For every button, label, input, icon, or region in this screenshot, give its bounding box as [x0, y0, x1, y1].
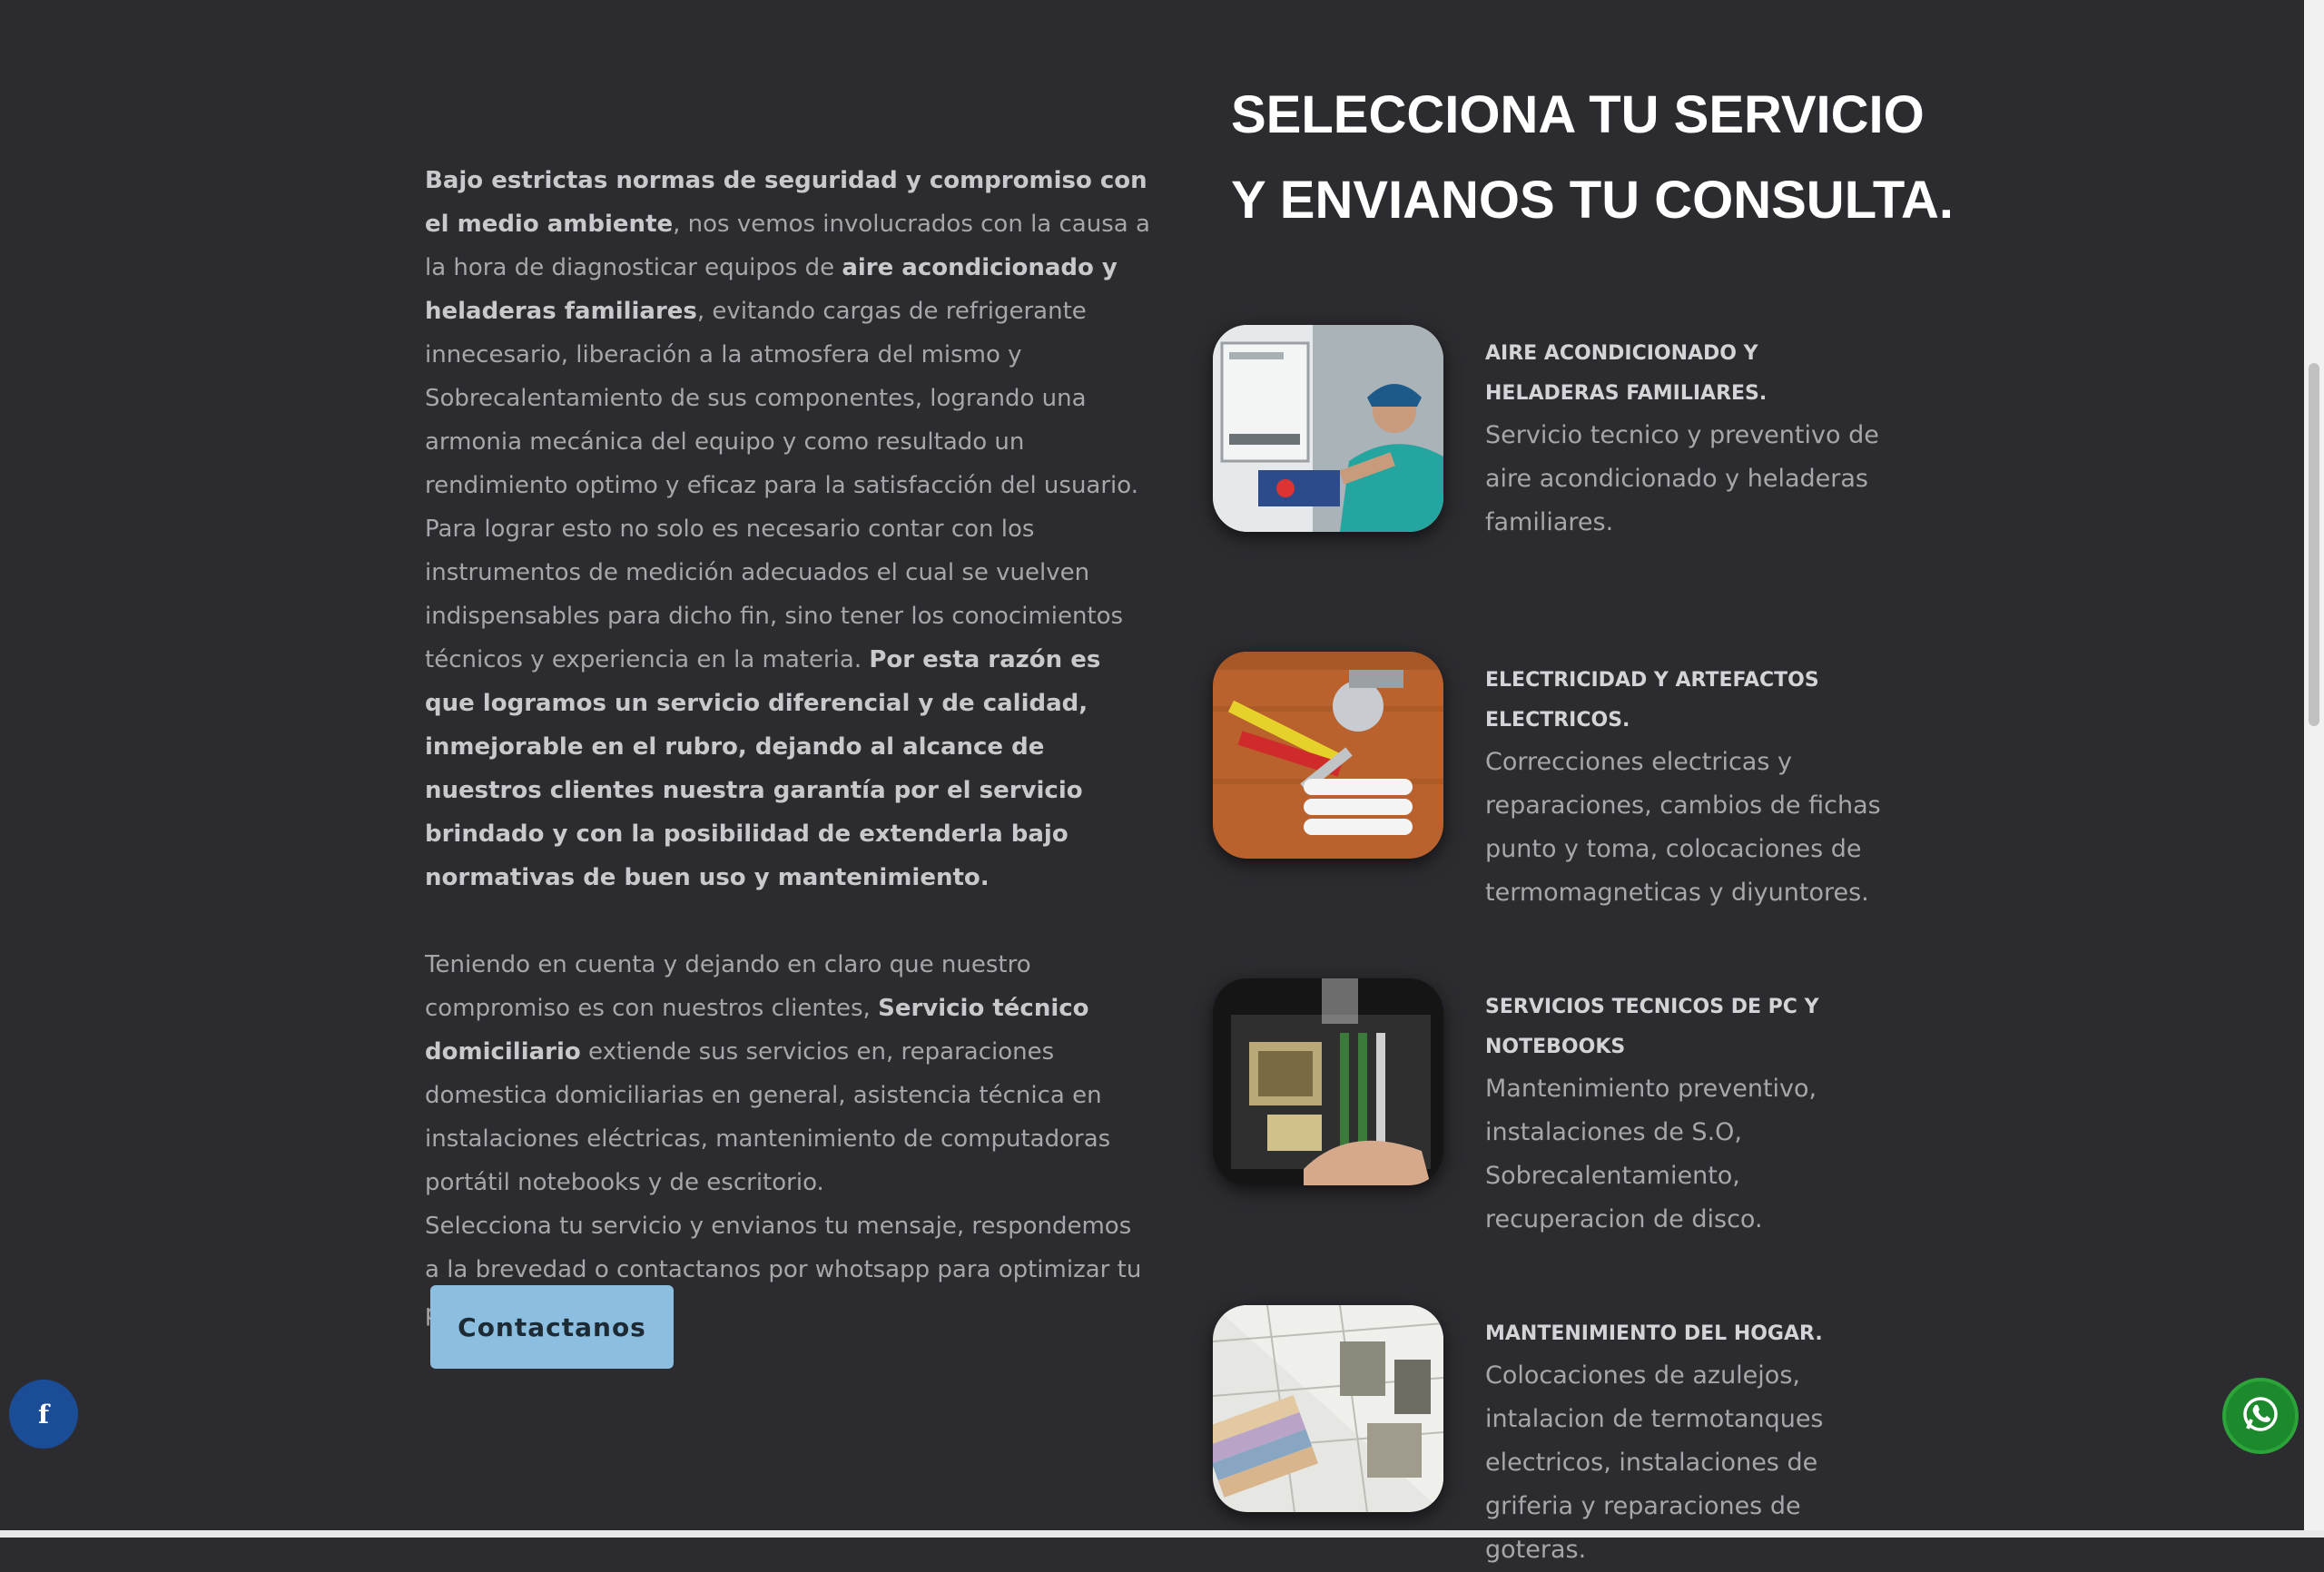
service-description: Mantenimiento preventivo, instalaciones …	[1485, 1075, 1817, 1233]
service-title: MANTENIMIENTO DEL HOGAR.	[1485, 1322, 1823, 1345]
contact-button[interactable]: Contactanos	[430, 1285, 674, 1369]
home-maintenance-image	[1213, 1305, 1443, 1512]
service-title: ELECTRICIDAD Y ARTEFACTOS ELECTRICOS.	[1485, 669, 1819, 732]
service-item-home-maintenance[interactable]: MANTENIMIENTO DEL HOGAR. Colocaciones de…	[1213, 1305, 1975, 1564]
about-paragraph-2: Teniendo en cuenta y dejando en claro qu…	[425, 943, 1151, 1204]
whatsapp-button[interactable]	[2222, 1378, 2299, 1454]
service-title: SERVICIOS TECNICOS DE PC Y NOTEBOOKS	[1485, 996, 1819, 1058]
service-description: Colocaciones de azulejos, intalacion de …	[1485, 1361, 1824, 1564]
vertical-scrollbar[interactable]	[2304, 0, 2324, 1538]
whatsapp-icon	[2240, 1394, 2280, 1438]
text-run: Por esta razón es que logramos un servic…	[425, 646, 1101, 891]
about-text: Bajo estrictas normas de seguridad y com…	[425, 159, 1151, 1335]
service-item-electricity[interactable]: ELECTRICIDAD Y ARTEFACTOS ELECTRICOS. Co…	[1213, 652, 1975, 907]
facebook-icon: f	[37, 1399, 50, 1430]
electrical-tools-image	[1213, 652, 1443, 859]
facebook-button[interactable]: f	[9, 1380, 78, 1449]
service-title: AIRE ACONDICIONADO Y HELADERAS FAMILIARE…	[1485, 342, 1768, 405]
services-heading: SELECCIONA TU SERVICIO Y ENVIANOS TU CON…	[1231, 85, 1954, 230]
text-run: , evitando cargas de refrigerante innece…	[425, 298, 1138, 673]
service-description: Correcciones electricas y reparaciones, …	[1485, 748, 1881, 907]
scrollbar-thumb[interactable]	[2309, 363, 2319, 726]
window-bottom-edge	[0, 1530, 2324, 1538]
service-description: Servicio tecnico y preventivo de aire ac…	[1485, 421, 1879, 536]
service-item-air-conditioning[interactable]: AIRE ACONDICIONADO Y HELADERAS FAMILIARE…	[1213, 325, 1975, 543]
about-paragraph-1: Bajo estrictas normas de seguridad y com…	[425, 159, 1151, 899]
service-item-pc[interactable]: SERVICIOS TECNICOS DE PC Y NOTEBOOKS Man…	[1213, 978, 1975, 1233]
air-conditioning-image	[1213, 325, 1443, 532]
computer-repair-image	[1213, 978, 1443, 1185]
